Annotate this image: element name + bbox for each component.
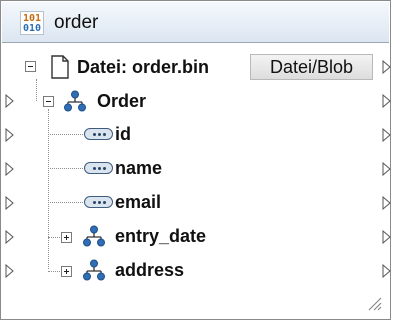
- tree-guide-line: [36, 79, 37, 101]
- tree-item-label: email: [115, 192, 162, 212]
- tree-item-label: entry_date: [115, 226, 207, 246]
- component-title-bar[interactable]: 101 010 order: [2, 2, 389, 43]
- input-connector-icon[interactable]: [5, 94, 14, 108]
- file-icon: [51, 55, 69, 79]
- output-connector-icon[interactable]: [382, 162, 391, 176]
- tree-item-label: address: [115, 260, 185, 280]
- output-connector-icon[interactable]: [382, 128, 391, 142]
- tree-guide-line: [48, 237, 60, 238]
- output-connector-icon[interactable]: [382, 196, 391, 210]
- file-node-label: Datei: order.bin: [77, 57, 210, 77]
- tree-guide-line: [48, 202, 83, 203]
- address-expand-toggle[interactable]: [61, 266, 72, 277]
- tree-guide-line: [48, 109, 49, 269]
- mapping-component[interactable]: 101 010 order Datei: order.bin Datei/Blo…: [0, 0, 391, 320]
- attribute-icon: [84, 128, 113, 140]
- input-connector-icon[interactable]: [5, 264, 14, 278]
- output-connector-icon[interactable]: [382, 94, 391, 108]
- tree-guide-line: [48, 168, 83, 169]
- tree-item-label: name: [115, 158, 163, 178]
- binary-icon-bottom-digits: 010: [22, 23, 42, 34]
- file-type-button[interactable]: Datei/Blob: [250, 54, 373, 80]
- component-title: order: [54, 12, 99, 33]
- input-connector-icon[interactable]: [5, 196, 14, 210]
- element-tree-icon: [64, 90, 86, 112]
- output-connector-icon[interactable]: [382, 60, 391, 74]
- tree-item-label: Order: [97, 91, 147, 111]
- tree-guide-line: [48, 271, 60, 272]
- output-connector-icon[interactable]: [382, 230, 391, 244]
- attribute-icon: [84, 196, 113, 208]
- tree-guide-line: [48, 134, 83, 135]
- input-connector-icon[interactable]: [5, 128, 14, 142]
- entry-date-expand-toggle[interactable]: [61, 232, 72, 243]
- input-connector-icon[interactable]: [5, 230, 14, 244]
- order-collapse-toggle[interactable]: [43, 96, 54, 107]
- binary-file-icon: 101 010: [20, 11, 44, 35]
- file-collapse-toggle[interactable]: [25, 61, 36, 72]
- attribute-icon: [84, 162, 113, 174]
- input-connector-icon[interactable]: [5, 162, 14, 176]
- resize-grip-icon[interactable]: [368, 297, 382, 311]
- element-tree-icon: [83, 259, 105, 281]
- element-tree-icon: [83, 225, 105, 247]
- tree-item-label: id: [115, 124, 131, 144]
- output-connector-icon[interactable]: [382, 264, 391, 278]
